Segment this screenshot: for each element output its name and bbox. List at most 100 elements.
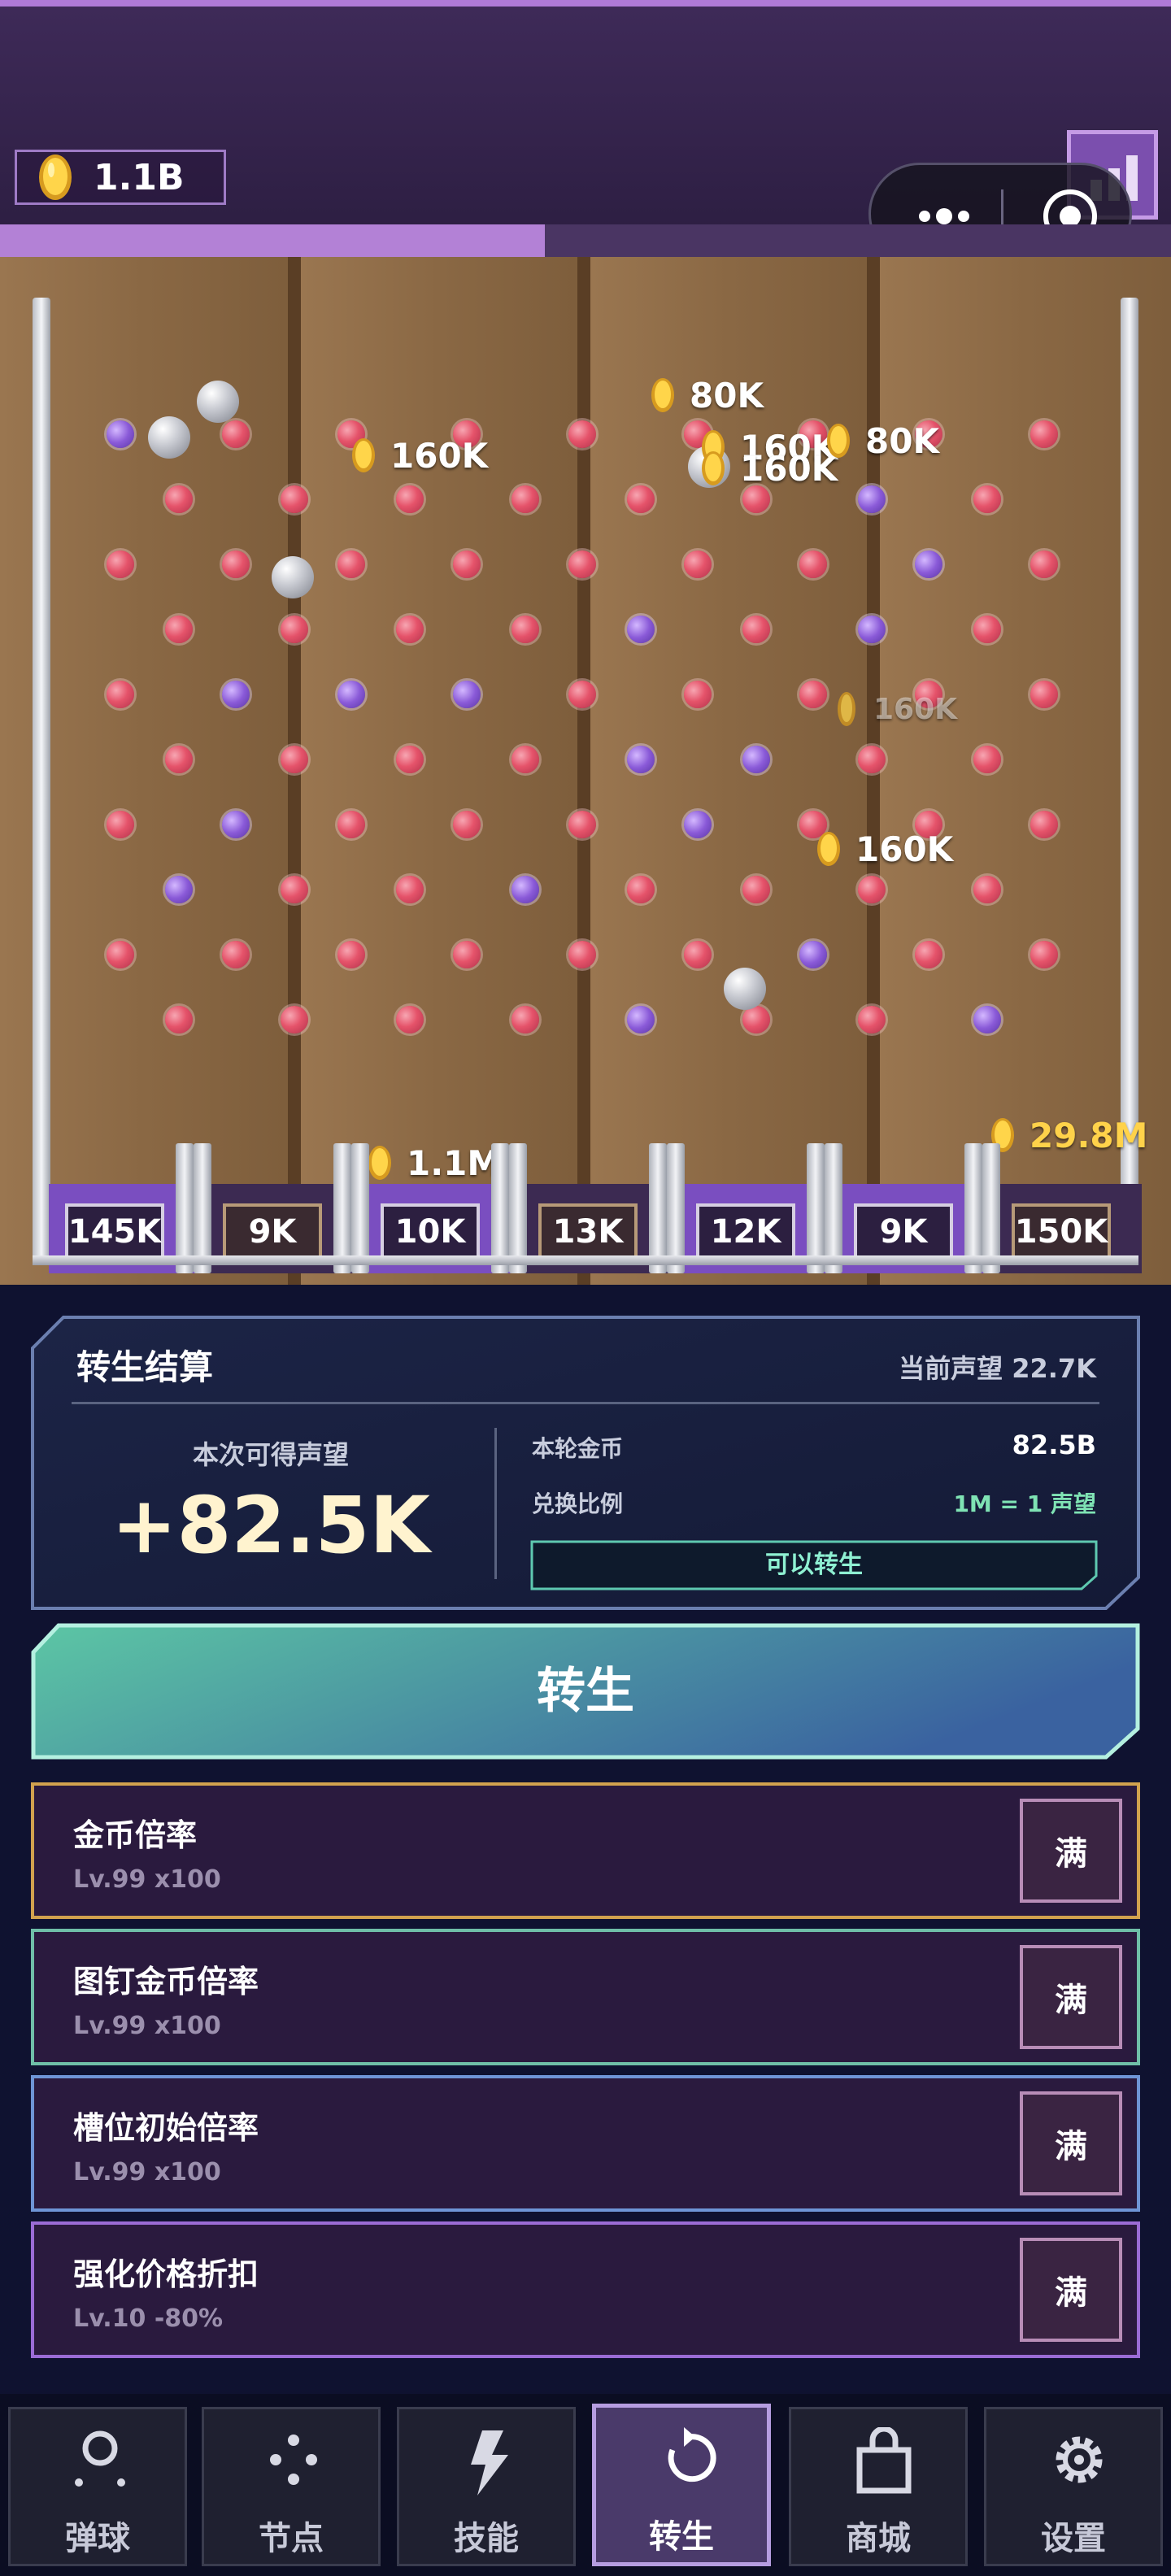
upgrade-max-button[interactable]: 满 xyxy=(1020,1799,1122,1903)
peg xyxy=(742,876,770,903)
nav-tab-shop[interactable]: 商城 xyxy=(789,2407,968,2566)
nav-tab-skills[interactable]: 技能 xyxy=(397,2407,576,2566)
coin-balance-value: 1.1B xyxy=(94,156,185,198)
peg xyxy=(281,485,308,513)
gold-coin-icon xyxy=(817,832,840,866)
coin-balance: 1.1B xyxy=(15,150,226,205)
nav-tab-rebirth[interactable]: 转生 xyxy=(592,2404,771,2566)
progress-bar-fill xyxy=(0,224,545,257)
peg xyxy=(337,550,365,578)
peg xyxy=(858,485,886,513)
panel-title: 转生结算 xyxy=(76,1347,214,1387)
lightning-icon xyxy=(471,2430,508,2496)
peg xyxy=(915,550,942,578)
peg xyxy=(396,876,424,903)
exchange-ratio-label: 兑换比例 xyxy=(532,1490,624,1517)
peg xyxy=(165,746,193,773)
peg xyxy=(742,616,770,643)
slot-divider xyxy=(194,1143,211,1273)
peg xyxy=(337,681,365,708)
coin-popup-value: 160K xyxy=(740,448,838,489)
nav-label: 弹球 xyxy=(65,2520,130,2557)
panel-vertical-divider xyxy=(494,1428,497,1579)
peg xyxy=(453,941,481,968)
peg xyxy=(396,1006,424,1033)
peg xyxy=(281,746,308,773)
peg xyxy=(165,1006,193,1033)
slot-divider xyxy=(982,1143,1000,1273)
peg xyxy=(511,485,539,513)
peg xyxy=(453,681,481,708)
slot-divider xyxy=(509,1143,527,1273)
coin-popup-value: 160K xyxy=(873,692,958,726)
upgrade-max-button[interactable]: 满 xyxy=(1020,2238,1122,2342)
gain-reputation-value: +82.5K xyxy=(111,1480,430,1571)
peg xyxy=(799,681,827,708)
peg xyxy=(1030,550,1058,578)
nodes-icon xyxy=(270,2435,317,2485)
slot-multiplier: 12K xyxy=(696,1203,795,1260)
peg xyxy=(453,811,481,838)
peg xyxy=(973,876,1001,903)
coin-popup: 160K xyxy=(816,826,953,872)
peg xyxy=(222,941,250,968)
peg xyxy=(222,420,250,448)
peg xyxy=(799,550,827,578)
ball xyxy=(197,381,239,423)
rebirth-button-label: 转生 xyxy=(537,1663,634,1720)
pinball-icon xyxy=(75,2430,125,2487)
upgrade-max-button[interactable]: 满 xyxy=(1020,1945,1122,2049)
peg xyxy=(684,550,712,578)
slot-divider xyxy=(825,1143,842,1273)
peg xyxy=(858,746,886,773)
peg xyxy=(742,746,770,773)
peg xyxy=(858,876,886,903)
peg xyxy=(973,485,1001,513)
coin-popup: 80K xyxy=(826,418,939,463)
board-plank xyxy=(301,257,577,1285)
gold-coin-icon xyxy=(39,154,72,200)
upgrade-level: Lv.99 x100 xyxy=(73,2012,221,2040)
gold-coin-icon xyxy=(651,378,674,412)
nav-label: 技能 xyxy=(454,2520,519,2557)
exchange-ratio-value: 1M = 1 声望 xyxy=(953,1490,1096,1517)
slot-multiplier: 9K xyxy=(854,1203,953,1260)
slot-divider xyxy=(491,1143,509,1273)
peg xyxy=(568,811,596,838)
peg xyxy=(568,420,596,448)
peg xyxy=(568,550,596,578)
pinball-board[interactable]: 80K 160K 160K 160K 80K 160K 160K 1.1M 29… xyxy=(0,257,1171,1285)
upgrade-name: 强化价格折扣 xyxy=(73,2256,259,2292)
peg xyxy=(915,941,942,968)
gold-coin-icon xyxy=(702,451,725,485)
upgrade-name: 图钉金币倍率 xyxy=(73,1964,259,1999)
peg xyxy=(858,616,886,643)
round-coins-value: 82.5B xyxy=(1012,1429,1096,1460)
peg xyxy=(568,681,596,708)
peg xyxy=(107,550,134,578)
peg xyxy=(281,876,308,903)
slot-base-rail xyxy=(33,1255,1138,1265)
nav-tab-settings[interactable]: 设置 xyxy=(984,2407,1163,2566)
coin-popup-value: 80K xyxy=(690,375,764,416)
peg xyxy=(973,1006,1001,1033)
slot-multiplier: 13K xyxy=(538,1203,638,1260)
peg xyxy=(684,941,712,968)
peg xyxy=(453,550,481,578)
peg xyxy=(281,1006,308,1033)
nav-tab-nodes[interactable]: 节点 xyxy=(202,2407,381,2566)
nav-tab-pinball[interactable]: 弹球 xyxy=(8,2407,187,2566)
rebirth-button[interactable]: 转生 xyxy=(31,1623,1140,1760)
coin-popup: 160K xyxy=(701,446,838,491)
peg xyxy=(973,616,1001,643)
slot-divider xyxy=(807,1143,825,1273)
gold-coin-icon xyxy=(838,692,855,726)
peg xyxy=(165,616,193,643)
slot-divider xyxy=(176,1143,194,1273)
peg xyxy=(396,485,424,513)
upgrade-max-button[interactable]: 满 xyxy=(1020,2091,1122,2195)
slot-divider xyxy=(667,1143,685,1273)
gold-coin-icon xyxy=(352,438,375,472)
upgrade-level: Lv.10 -80% xyxy=(73,2304,224,2333)
left-rail xyxy=(33,298,50,1265)
